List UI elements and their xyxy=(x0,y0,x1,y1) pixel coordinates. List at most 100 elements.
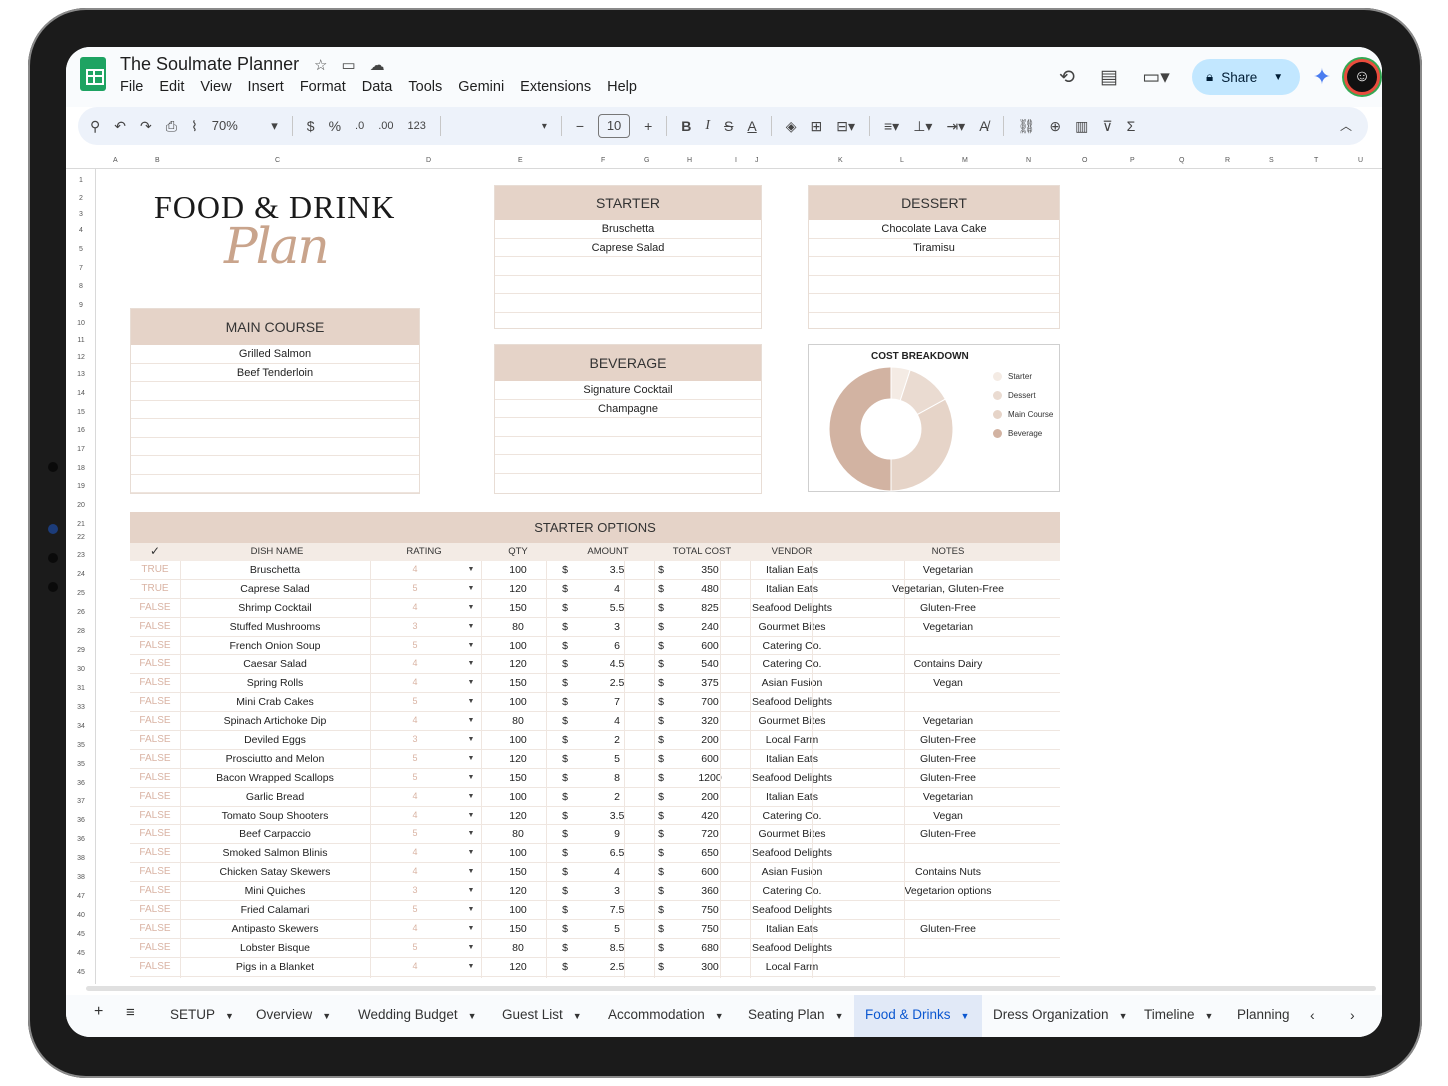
paint-format-icon[interactable]: ⌇ xyxy=(191,118,198,135)
notes-cell[interactable]: Gluten-Free xyxy=(840,734,1056,746)
amount-cell[interactable]: 8 xyxy=(584,772,650,784)
share-button[interactable]: 🔒︎ Share ▼ xyxy=(1192,59,1300,95)
checkbox-cell[interactable]: FALSE xyxy=(134,942,176,953)
font-size-input[interactable]: 10 xyxy=(598,114,631,138)
notes-cell[interactable]: Gluten-Free xyxy=(840,602,1056,614)
menu-gemini[interactable]: Gemini xyxy=(458,79,504,95)
row-header[interactable]: 45 xyxy=(66,969,96,976)
undo-icon[interactable]: ↶ xyxy=(114,118,126,135)
total-cost-cell[interactable]: 300 xyxy=(690,961,730,973)
row-header[interactable]: 45 xyxy=(66,950,96,957)
checkbox-cell[interactable]: FALSE xyxy=(134,753,176,764)
vendor-cell[interactable]: Gourmet Bites xyxy=(742,715,842,727)
cloud-status-icon[interactable]: ☁ xyxy=(370,56,385,74)
decrease-decimal-button[interactable]: .0 xyxy=(355,120,364,132)
column-header-u[interactable]: U xyxy=(1358,157,1363,164)
notes-cell[interactable]: Contains Nuts xyxy=(840,866,1056,878)
dish-name-cell[interactable]: Deviled Eggs xyxy=(180,734,370,746)
panel-row[interactable] xyxy=(495,455,761,474)
notes-cell[interactable]: Vegan xyxy=(840,677,1056,689)
amount-cell[interactable]: 2 xyxy=(584,791,650,803)
total-cost-cell[interactable]: 825 xyxy=(690,602,730,614)
checkbox-cell[interactable]: TRUE xyxy=(134,583,176,594)
dish-name-cell[interactable]: Mini Crab Cakes xyxy=(180,696,370,708)
row-header[interactable]: 14 xyxy=(66,390,96,397)
vendor-cell[interactable]: Catering Co. xyxy=(742,658,842,670)
amount-cell[interactable]: 4.5 xyxy=(584,658,650,670)
row-header[interactable]: 31 xyxy=(66,685,96,692)
table-row[interactable]: FALSE Tomato Soup Shooters 4 ▼ 120 $3.5 $420 Ca… xyxy=(130,807,1060,826)
amount-cell[interactable]: 4 xyxy=(584,715,650,727)
move-folder-icon[interactable]: ▭ xyxy=(341,56,355,74)
row-header[interactable]: 1 xyxy=(66,177,96,184)
dish-name-cell[interactable]: Caprese Salad xyxy=(180,583,370,595)
vertical-align-icon[interactable]: ⊥▾ xyxy=(913,118,932,135)
qty-cell[interactable]: 150 xyxy=(494,866,542,878)
notes-cell[interactable]: Vegetarian xyxy=(840,564,1056,576)
amount-cell[interactable]: 7.5 xyxy=(584,904,650,916)
rating-dropdown-icon[interactable]: ▼ xyxy=(464,906,478,913)
checkbox-cell[interactable]: FALSE xyxy=(134,961,176,972)
qty-cell[interactable]: 100 xyxy=(494,564,542,576)
column-header-r[interactable]: R xyxy=(1225,157,1230,164)
horizontal-align-icon[interactable]: ≡▾ xyxy=(884,118,899,135)
table-row[interactable]: FALSE Lobster Bisque 5 ▼ 80 $8.5 $680 Seafood D… xyxy=(130,939,1060,958)
print-icon[interactable]: ⎙ xyxy=(166,118,177,135)
avatar[interactable]: ☺ xyxy=(1344,59,1380,95)
table-row[interactable]: FALSE Mini Crab Cakes 5 ▼ 100 $7 $700 Seafood D… xyxy=(130,693,1060,713)
tab-planning[interactable]: Planning xyxy=(1237,1007,1290,1022)
table-row[interactable]: FALSE Deviled Eggs 3 ▼ 100 $2 $200 Local Farm Gl… xyxy=(130,731,1060,750)
panel-row[interactable] xyxy=(495,276,761,294)
rating-cell[interactable]: 5 xyxy=(392,772,438,782)
dish-name-cell[interactable]: Stuffed Mushrooms xyxy=(180,621,370,633)
row-header[interactable]: 36 xyxy=(66,817,96,824)
insert-chart-icon[interactable]: ▥ xyxy=(1075,118,1088,135)
column-header-s[interactable]: S xyxy=(1269,157,1274,164)
rating-cell[interactable]: 4 xyxy=(392,677,438,687)
panel-row[interactable]: Beef Tenderloin xyxy=(131,364,419,382)
tab-wedding-budget[interactable]: Wedding Budget ▼ xyxy=(358,1007,477,1022)
rating-cell[interactable]: 3 xyxy=(392,621,438,631)
total-cost-cell[interactable]: 700 xyxy=(690,696,730,708)
column-header-p[interactable]: P xyxy=(1130,157,1135,164)
more-formats-button[interactable]: 123 xyxy=(408,120,426,132)
italic-icon[interactable]: I xyxy=(705,118,710,134)
checkbox-cell[interactable]: FALSE xyxy=(134,640,176,651)
notes-cell[interactable]: Gluten-Free xyxy=(840,828,1056,840)
rating-dropdown-icon[interactable]: ▼ xyxy=(464,774,478,781)
total-cost-cell[interactable]: 360 xyxy=(690,885,730,897)
amount-cell[interactable]: 6.5 xyxy=(584,847,650,859)
row-header[interactable]: 38 xyxy=(66,855,96,862)
rating-dropdown-icon[interactable]: ▼ xyxy=(464,849,478,856)
dish-name-cell[interactable]: Chicken Satay Skewers xyxy=(180,866,370,878)
rating-dropdown-icon[interactable]: ▼ xyxy=(464,623,478,630)
row-header[interactable]: 18 xyxy=(66,465,96,472)
rating-cell[interactable]: 3 xyxy=(392,885,438,895)
row-header[interactable]: 30 xyxy=(66,666,96,673)
notes-cell[interactable]: Vegetarian, Gluten-Free xyxy=(840,583,1056,595)
panel-row[interactable] xyxy=(809,257,1059,276)
qty-cell[interactable]: 120 xyxy=(494,753,542,765)
panel-row[interactable]: Chocolate Lava Cake xyxy=(809,220,1059,239)
rating-cell[interactable]: 4 xyxy=(392,810,438,820)
total-cost-cell[interactable]: 1200 xyxy=(690,772,730,784)
legend-item[interactable]: Dessert xyxy=(993,386,1053,405)
rating-dropdown-icon[interactable]: ▼ xyxy=(464,642,478,649)
dish-name-cell[interactable]: Beef Carpaccio xyxy=(180,828,370,840)
total-cost-cell[interactable]: 600 xyxy=(690,753,730,765)
checkbox-cell[interactable]: FALSE xyxy=(134,621,176,632)
total-cost-cell[interactable]: 650 xyxy=(690,847,730,859)
vendor-cell[interactable]: Asian Fusion xyxy=(742,677,842,689)
checkbox-cell[interactable]: FALSE xyxy=(134,696,176,707)
rating-cell[interactable]: 4 xyxy=(392,847,438,857)
dish-name-cell[interactable]: Garlic Bread xyxy=(180,791,370,803)
vendor-cell[interactable]: Local Farm xyxy=(742,734,842,746)
checkbox-cell[interactable]: FALSE xyxy=(134,828,176,839)
all-sheets-icon[interactable]: ≡ xyxy=(126,1004,135,1021)
chevron-down-icon[interactable]: ▼ xyxy=(322,1011,331,1021)
notes-cell[interactable]: Gluten-Free xyxy=(840,772,1056,784)
rating-dropdown-icon[interactable]: ▼ xyxy=(464,830,478,837)
table-row[interactable]: FALSE French Onion Soup 5 ▼ 100 $6 $600 Caterin… xyxy=(130,637,1060,656)
amount-cell[interactable]: 4 xyxy=(584,866,650,878)
chevron-down-icon[interactable]: ▼ xyxy=(468,1011,477,1021)
